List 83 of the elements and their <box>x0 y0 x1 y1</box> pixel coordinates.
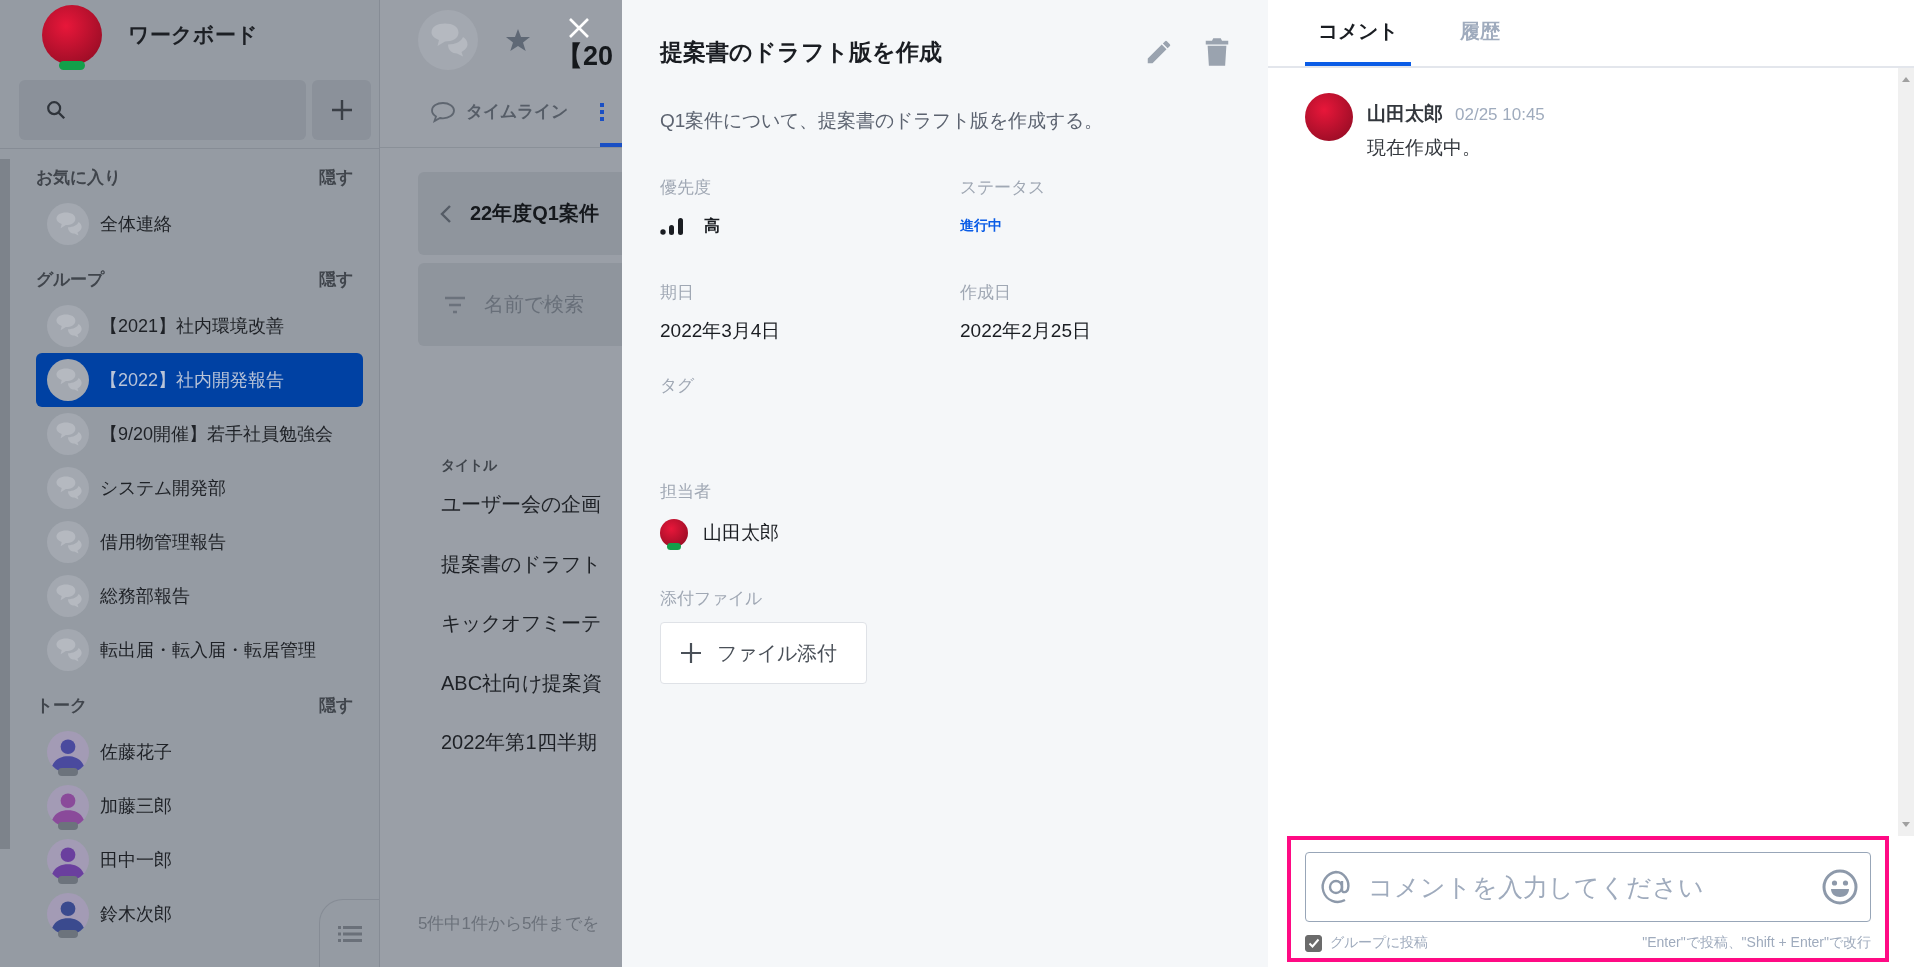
group-title: 【20 <box>556 42 614 72</box>
user-avatar <box>42 5 102 65</box>
task-description: Q1案件について、提案書のドラフト版を作成する。 <box>660 109 1105 133</box>
sidebar-item[interactable]: 佐藤花子 <box>36 725 172 779</box>
status-value[interactable]: 進行中 <box>960 217 1002 235</box>
section-title: お気に入り <box>36 166 121 189</box>
sidebar-item[interactable]: 鈴木次郎 <box>36 887 172 941</box>
section-title: トーク <box>36 694 87 717</box>
chat-avatar-icon <box>47 203 89 245</box>
hide-link[interactable]: 隠す <box>319 693 353 717</box>
scrollbar[interactable] <box>1898 68 1914 836</box>
chat-avatar-icon <box>418 10 478 70</box>
task-title[interactable]: キックオフミーテ <box>418 594 622 654</box>
plus-icon <box>330 99 353 121</box>
add-button[interactable] <box>312 80 371 140</box>
list-icon <box>600 101 606 122</box>
chat-avatar-icon <box>47 359 89 401</box>
search-icon <box>45 99 67 121</box>
plus-icon <box>681 643 701 663</box>
author-avatar <box>1305 93 1353 141</box>
tab[interactable]: コメント <box>1305 0 1411 66</box>
close-icon[interactable] <box>568 17 590 39</box>
comment-text: 現在作成中。 <box>1367 136 1482 160</box>
section-title: グループ <box>36 268 104 291</box>
list-icon <box>337 925 362 942</box>
sidebar-item[interactable]: システム開発部 <box>36 461 226 515</box>
attach-file-button[interactable]: ファイル添付 <box>660 622 867 684</box>
chat-avatar-icon <box>47 413 89 455</box>
search-field[interactable] <box>19 80 306 140</box>
trash-icon[interactable] <box>1204 37 1230 67</box>
checkbox[interactable] <box>1305 934 1322 952</box>
column-header: タイトル <box>440 457 498 475</box>
sidebar-item[interactable]: 田中一郎 <box>36 833 172 887</box>
field-label: タグ <box>660 375 695 397</box>
chat-avatar-icon <box>47 467 89 509</box>
assignee-name: 山田太郎 <box>703 521 779 545</box>
speech-bubble-icon <box>430 100 456 123</box>
sidebar-item[interactable]: 総務部報告 <box>36 569 190 623</box>
chat-avatar-icon <box>47 629 89 671</box>
back-chevron-icon[interactable] <box>440 203 452 224</box>
sidebar-item[interactable]: 加藤三郎 <box>36 779 172 833</box>
field-label: ステータス <box>960 177 1046 199</box>
sidebar-item[interactable]: 【2021】社内環境改善 <box>36 299 285 353</box>
task-title[interactable]: 提案書のドラフト <box>418 534 622 594</box>
app-title: ワークボード <box>128 22 258 48</box>
sidebar-item[interactable]: 【2022】社内開発報告 <box>36 353 363 407</box>
chat-avatar-icon <box>47 521 89 563</box>
scrollbar[interactable] <box>0 159 10 849</box>
comment-input-box[interactable]: コメントを入力してください <box>1305 852 1871 922</box>
field-label: 優先度 <box>660 177 712 199</box>
star-icon[interactable] <box>506 28 530 52</box>
task-title[interactable]: ABC社向け提案資 <box>418 653 622 713</box>
due-date: 2022年3月4日 <box>660 319 782 343</box>
comment-input-field[interactable]: コメントを入力してください <box>1366 871 1810 903</box>
keyboard-hint: "Enter"で投稿、"Shift + Enter"で改行 <box>1642 934 1871 952</box>
chat-avatar-icon <box>47 305 89 347</box>
field-label: 担当者 <box>660 481 712 503</box>
hide-link[interactable]: 隠す <box>319 165 353 189</box>
task-title[interactable]: ユーザー会の企画 <box>418 475 622 535</box>
scroll-up-icon[interactable] <box>1901 76 1911 82</box>
chat-avatar-icon <box>47 575 89 617</box>
priority-value: 高 <box>704 215 720 236</box>
emoji-icon[interactable] <box>1822 869 1858 905</box>
field-label: 作成日 <box>960 282 1012 304</box>
created-date: 2022年2月25日 <box>960 319 1092 343</box>
hide-link[interactable]: 隠す <box>319 267 353 291</box>
assignee-avatar <box>660 519 688 547</box>
comment-time: 02/25 10:45 <box>1455 105 1545 125</box>
comment-author: 山田太郎 <box>1367 102 1443 126</box>
checkmark-icon <box>1307 937 1320 949</box>
sidebar-item[interactable]: 借用物管理報告 <box>36 515 226 569</box>
sidebar-item[interactable]: 転出届・転入届・転居管理 <box>36 623 316 677</box>
task-title[interactable]: 2022年第1四半期 <box>418 713 622 773</box>
board-title: 22年度Q1案件 <box>470 201 599 226</box>
filter-icon <box>444 295 466 314</box>
priority-bars-icon <box>660 217 686 235</box>
sidebar-item[interactable]: 全体連絡 <box>36 197 172 251</box>
task-title: 提案書のドラフト版を作成 <box>660 37 943 67</box>
field-label: 期日 <box>660 282 695 304</box>
sidebar-item[interactable]: 【9/20開催】若手社員勉強会 <box>36 407 334 461</box>
field-label: 添付ファイル <box>660 588 763 610</box>
list-toggle-button[interactable] <box>319 899 379 967</box>
scroll-down-icon[interactable] <box>1901 822 1911 828</box>
